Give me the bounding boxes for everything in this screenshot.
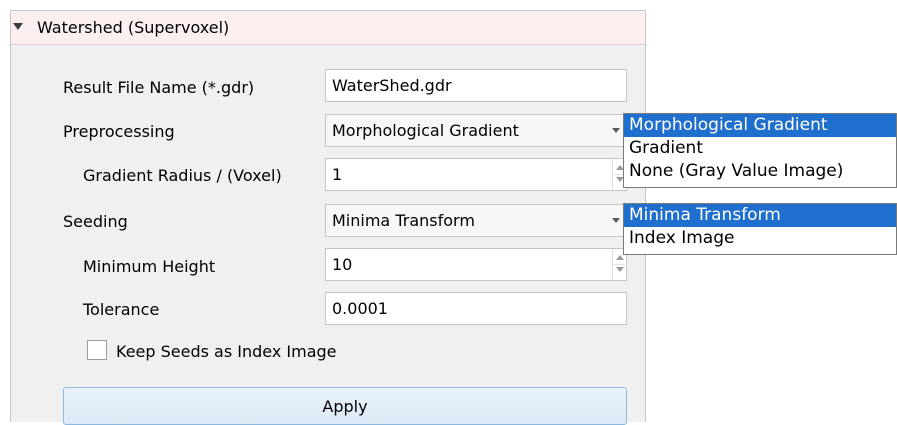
tolerance-label: Tolerance [83,300,160,319]
preprocessing-value: Morphological Gradient [332,121,519,140]
dropdown-option-morphological-gradient[interactable]: Morphological Gradient [624,114,896,137]
watershed-panel: Watershed (Supervoxel) Result File Name … [10,10,646,425]
chevron-down-icon [612,218,620,223]
preprocessing-dropdown-list: Morphological Gradient Gradient None (Gr… [623,113,897,188]
result-file-name-label: Result File Name (*.gdr) [63,78,255,97]
preprocessing-label: Preprocessing [63,122,175,141]
result-file-name-input[interactable] [325,69,627,102]
minimum-height-input[interactable] [325,248,627,281]
dropdown-option-minima-transform[interactable]: Minima Transform [624,204,896,227]
collapse-caret-icon[interactable] [13,23,23,30]
gradient-radius-spinbox[interactable] [325,158,627,191]
keep-seeds-label[interactable]: Keep Seeds as Index Image [116,342,337,361]
seeding-label: Seeding [63,212,128,231]
dropdown-option-index-image[interactable]: Index Image [624,227,896,250]
dropdown-option-none-gray-value-image[interactable]: None (Gray Value Image) [624,160,896,183]
spin-down-icon[interactable] [616,267,624,272]
gradient-radius-label: Gradient Radius / (Voxel) [83,166,282,185]
minimum-height-spinbox[interactable] [325,248,627,281]
minimum-height-label: Minimum Height [83,257,216,276]
chevron-down-icon [612,128,620,133]
tolerance-input[interactable] [325,292,627,325]
panel-header[interactable]: Watershed (Supervoxel) [11,11,645,45]
dropdown-option-gradient[interactable]: Gradient [624,137,896,160]
panel-title: Watershed (Supervoxel) [37,18,230,37]
seeding-combobox[interactable]: Minima Transform [325,204,627,237]
preprocessing-combobox[interactable]: Morphological Gradient [325,114,627,147]
keep-seeds-checkbox[interactable] [87,340,107,360]
seeding-dropdown-list: Minima Transform Index Image [623,203,897,255]
seeding-value: Minima Transform [332,211,475,230]
gradient-radius-input[interactable] [325,158,627,191]
apply-button[interactable]: Apply [63,387,627,425]
spin-up-icon[interactable] [616,255,624,260]
